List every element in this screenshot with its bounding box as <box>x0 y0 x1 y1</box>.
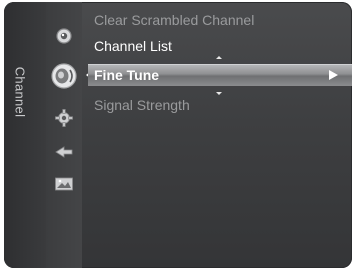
menu-item-label: Channel List <box>94 38 172 54</box>
input-icon[interactable] <box>52 140 76 164</box>
menu-item-signal-strength: Signal Strength <box>88 94 352 116</box>
menu-item-clear-scrambled-channel: Clear Scrambled Channel <box>88 9 352 31</box>
menu-item-label: Fine Tune <box>94 67 160 83</box>
menu-item-fine-tune[interactable]: Fine Tune <box>88 64 352 86</box>
channel-menu-list: Clear Scrambled Channel Channel List Fin… <box>88 2 352 268</box>
application-icon[interactable] <box>52 172 76 196</box>
menu-item-channel-list[interactable]: Channel List <box>88 35 352 57</box>
picture-icon[interactable] <box>52 24 76 48</box>
scroll-up-indicator-icon <box>216 56 222 59</box>
category-label: Channel <box>9 52 31 132</box>
menu-item-label: Signal Strength <box>94 97 190 113</box>
settings-gear-icon[interactable] <box>52 106 76 130</box>
menu-item-label: Clear Scrambled Channel <box>94 12 255 28</box>
category-tab: Channel <box>4 2 46 268</box>
category-icon-column <box>46 2 82 268</box>
chevron-right-icon <box>329 70 338 80</box>
sound-icon[interactable] <box>48 60 80 92</box>
channel-menu-window: Channel Clear Scrambled Channel Channel … <box>4 2 352 268</box>
category-label-text: Channel <box>12 66 28 118</box>
